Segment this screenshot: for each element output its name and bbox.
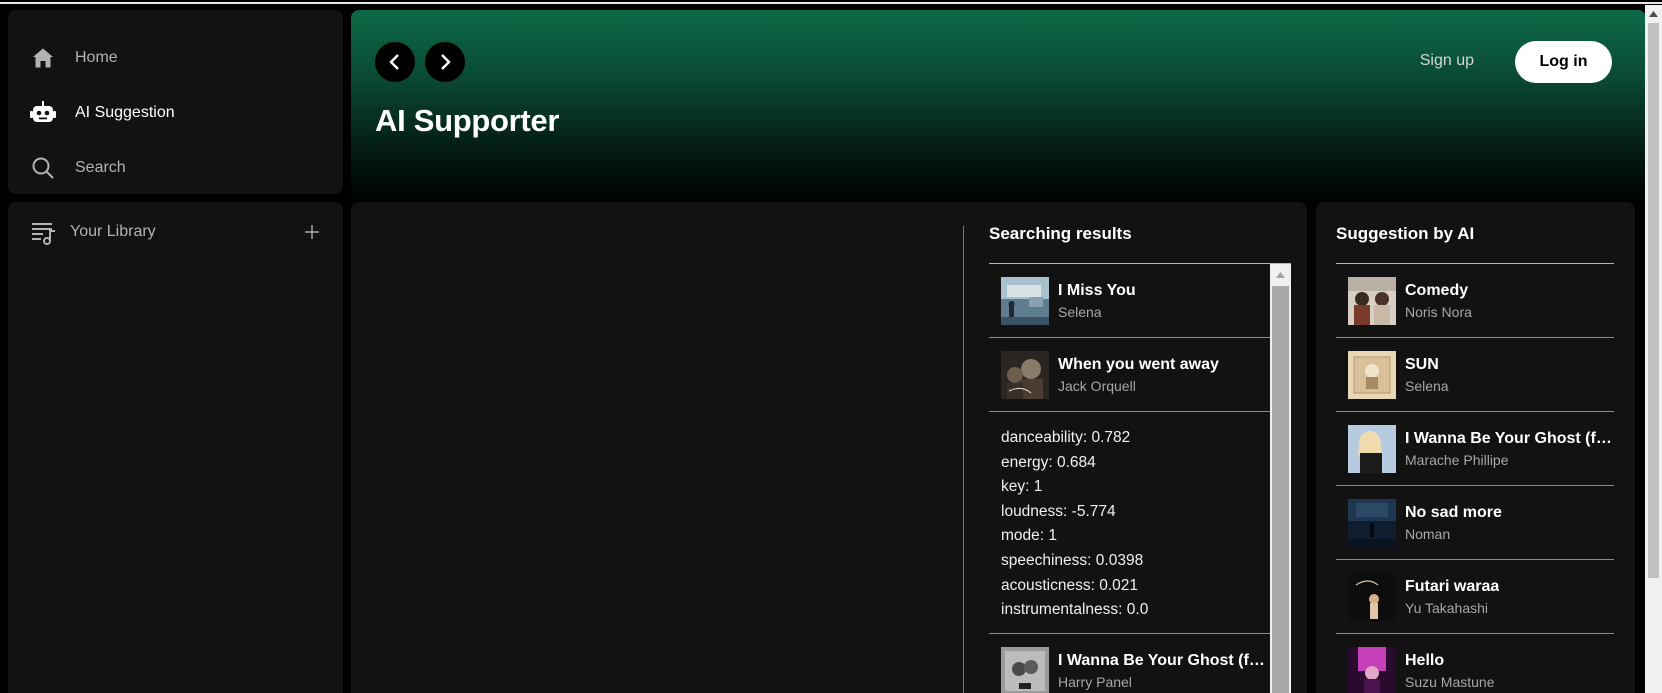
scroll-up-arrow-icon[interactable]	[1645, 5, 1662, 22]
plus-icon[interactable]	[301, 221, 323, 243]
track-artist: Selena	[1405, 377, 1449, 394]
results-title: Searching results	[989, 224, 1132, 243]
sidebar-nav: Home AI Suggestion Search	[8, 10, 343, 194]
sidebar-item-ai-suggestion[interactable]: AI Suggestion	[8, 85, 343, 140]
login-button[interactable]: Log in	[1515, 41, 1612, 83]
album-cover	[1348, 498, 1396, 547]
sidebar-item-home[interactable]: Home	[8, 30, 343, 85]
track-artist: Suzu Mastune	[1405, 673, 1495, 690]
suggestions-title: Suggestion by AI	[1336, 224, 1475, 243]
main-content: Searching results I Miss You Selena When…	[351, 202, 1307, 693]
track-title: No sad more	[1405, 503, 1502, 521]
list-item[interactable]: Futari waraa Yu Takahashi	[1336, 560, 1614, 634]
album-cover	[1348, 646, 1396, 693]
sidebar-item-search[interactable]: Search	[8, 140, 343, 195]
album-cover	[1348, 276, 1396, 325]
sidebar-item-label: Search	[75, 158, 126, 176]
library-icon	[30, 218, 58, 246]
track-artist: Noman	[1405, 525, 1451, 542]
track-title: Futari waraa	[1405, 577, 1500, 595]
feature-key: key: 1	[1001, 478, 1043, 496]
suggestions-list: Comedy Noris Nora SUN Selena I Wanna Be …	[1336, 263, 1614, 693]
feature-instrumentalness: instrumentalness: 0.0	[1001, 601, 1149, 619]
library-header: Your Library	[8, 202, 343, 262]
page-title: AI Supporter	[375, 103, 560, 138]
scroll-up-arrow-icon[interactable]	[1270, 264, 1291, 285]
page-scrollbar[interactable]	[1645, 5, 1662, 693]
track-artist: Selena	[1058, 303, 1102, 320]
feature-mode: mode: 1	[1001, 527, 1058, 545]
track-title: When you went away	[1058, 355, 1219, 373]
list-item[interactable]: I Miss You Selena	[989, 264, 1270, 338]
sidebar-item-label: AI Suggestion	[75, 103, 175, 121]
album-cover	[1348, 350, 1396, 399]
track-title: I Miss You	[1058, 281, 1136, 299]
column-divider	[963, 226, 964, 693]
album-cover	[1348, 572, 1396, 621]
chevron-left-icon	[389, 54, 399, 70]
robot-icon	[30, 100, 56, 126]
window-top-border	[0, 0, 1662, 5]
track-title: Hello	[1405, 651, 1445, 669]
scroll-thumb[interactable]	[1648, 23, 1659, 578]
search-icon	[30, 155, 56, 181]
results-list[interactable]: I Miss You Selena When you went away Jac…	[989, 263, 1291, 693]
track-title: Comedy	[1405, 281, 1469, 299]
history-nav	[375, 42, 465, 82]
feature-energy: energy: 0.684	[1001, 453, 1096, 471]
track-artist: Yu Takahashi	[1405, 599, 1489, 616]
feature-speechiness: speechiness: 0.0398	[1001, 551, 1144, 569]
sidebar-item-label: Home	[75, 48, 118, 66]
chevron-right-icon	[441, 54, 451, 70]
track-artist: Marache Phillipe	[1405, 451, 1509, 468]
list-item[interactable]: I Wanna Be Your Ghost (fe... Harry Panel	[989, 634, 1270, 693]
suggestions-panel: Suggestion by AI Comedy Noris Nora SUN S…	[1316, 202, 1635, 693]
track-artist: Jack Orquell	[1058, 377, 1136, 394]
feature-danceability: danceability: 0.782	[1001, 429, 1131, 446]
audio-features: danceability: 0.782 energy: 0.684 key: 1…	[989, 412, 1270, 634]
track-title: I Wanna Be Your Ghost (fe...	[1405, 429, 1614, 447]
forward-button[interactable]	[425, 42, 465, 82]
list-item[interactable]: Hello Suzu Mastune	[1336, 634, 1614, 693]
track-artist: Noris Nora	[1405, 303, 1472, 320]
feature-acousticness: acousticness: 0.021	[1001, 576, 1139, 594]
back-button[interactable]	[375, 42, 415, 82]
signup-button[interactable]: Sign up	[1420, 52, 1474, 70]
results-scrollbar[interactable]	[1270, 264, 1291, 693]
scroll-thumb[interactable]	[1272, 286, 1289, 693]
list-item[interactable]: I Wanna Be Your Ghost (fe... Marache Phi…	[1336, 412, 1614, 486]
page-header: AI Supporter Sign up Log in	[351, 10, 1646, 202]
list-item[interactable]: Comedy Noris Nora	[1336, 264, 1614, 338]
track-title: SUN	[1405, 355, 1439, 373]
album-cover	[1348, 424, 1396, 473]
track-artist: Harry Panel	[1058, 673, 1132, 690]
list-item[interactable]: No sad more Noman	[1336, 486, 1614, 560]
list-item[interactable]: SUN Selena	[1336, 338, 1614, 412]
library-panel: Your Library	[8, 202, 343, 693]
feature-loudness: loudness: -5.774	[1001, 502, 1116, 520]
album-cover	[1001, 350, 1049, 399]
track-title: I Wanna Be Your Ghost (fe...	[1058, 651, 1270, 669]
album-cover	[1001, 276, 1049, 325]
list-item[interactable]: When you went away Jack Orquell	[989, 338, 1270, 412]
album-cover	[1001, 646, 1049, 693]
library-title[interactable]: Your Library	[70, 223, 301, 241]
home-icon	[30, 45, 56, 71]
